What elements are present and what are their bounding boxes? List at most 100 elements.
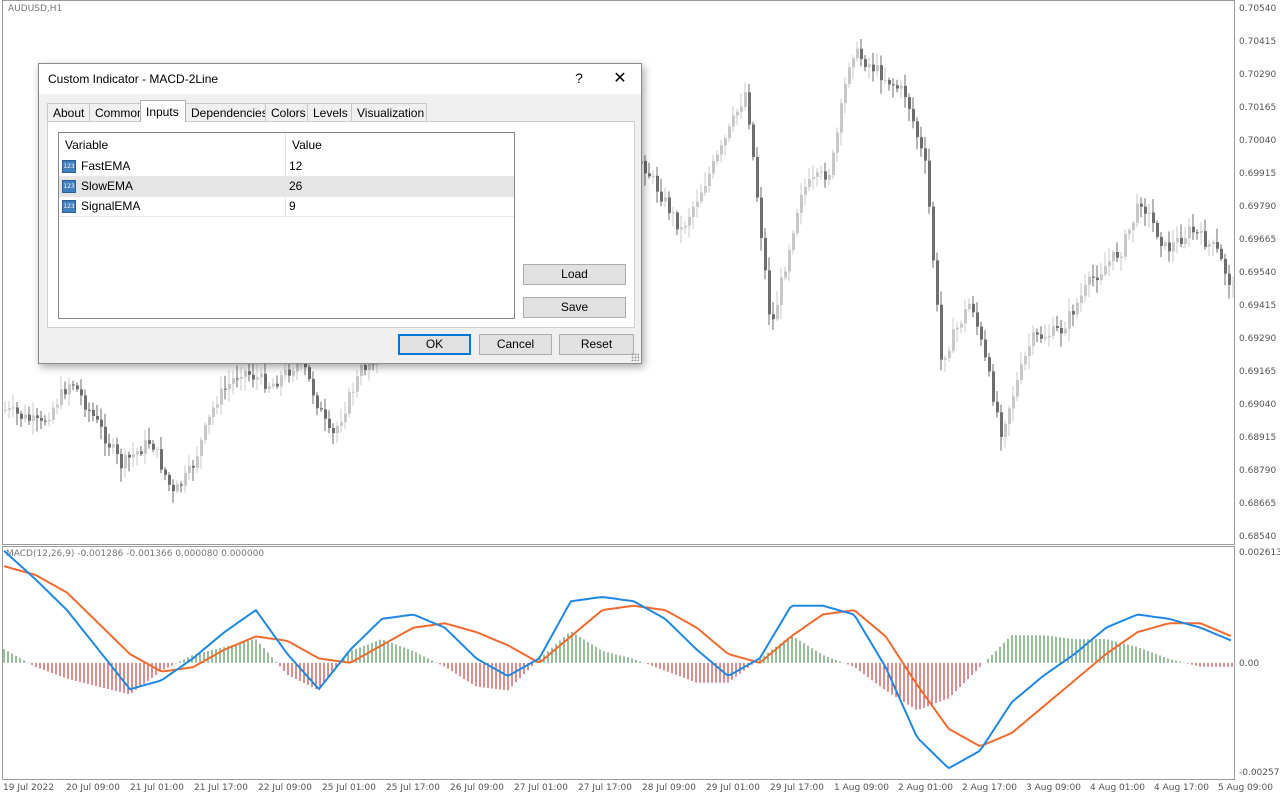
candle-body [1192, 226, 1195, 233]
header-variable[interactable]: Variable [59, 133, 285, 157]
variable-value[interactable]: 9 [289, 197, 296, 216]
table-row[interactable]: 123 SlowEMA 26 [59, 177, 514, 197]
candle-body [696, 201, 699, 207]
123-icon: 123 [62, 200, 76, 213]
ok-button[interactable]: OK [398, 334, 471, 355]
candle-body [864, 59, 867, 68]
candle-body [832, 152, 835, 176]
candle-body [848, 67, 851, 84]
candle-body [984, 339, 987, 358]
candle-body [1012, 396, 1015, 409]
candle-body [1148, 212, 1151, 214]
candle-body [72, 384, 75, 386]
cancel-button[interactable]: Cancel [479, 334, 552, 355]
reset-button[interactable]: Reset [559, 334, 634, 355]
candle-body [836, 132, 839, 153]
price-tick-label: 0.69165 [1239, 367, 1277, 377]
table-row[interactable]: 123 SignalEMA 9 [59, 197, 514, 217]
cell-separator [285, 197, 286, 216]
candle-body [100, 419, 103, 427]
save-button[interactable]: Save [523, 297, 626, 318]
time-tick-label: 29 Jul 17:00 [770, 783, 824, 793]
price-tick-label: 0.69415 [1239, 301, 1277, 311]
candle-body [1020, 364, 1023, 380]
candle-body [156, 449, 159, 451]
dialog-titlebar[interactable]: Custom Indicator - MACD-2Line ? ✕ [39, 64, 641, 94]
candle-body [332, 428, 335, 434]
candle-body [888, 79, 891, 85]
candle-body [216, 404, 219, 408]
candle-body [1060, 327, 1063, 334]
tab-colors[interactable]: Colors [265, 103, 308, 121]
candle-body [808, 179, 811, 187]
signal-line [3, 565, 1232, 747]
candle-body [644, 160, 647, 174]
candle-body [1232, 284, 1235, 286]
time-tick-label: 3 Aug 09:00 [1026, 783, 1081, 793]
tab-about[interactable]: About [47, 103, 90, 121]
candle-body [176, 484, 179, 492]
candle-body [1040, 334, 1043, 339]
candle-body [256, 377, 259, 380]
table-row[interactable]: 123 FastEMA 12 [59, 157, 514, 177]
time-tick-label: 21 Jul 17:00 [194, 783, 248, 793]
tab-dependencies[interactable]: Dependencies [185, 103, 268, 121]
candle-body [148, 440, 151, 444]
candle-body [724, 138, 727, 146]
candle-body [108, 443, 111, 448]
candle-body [352, 391, 355, 393]
candle-body [1156, 222, 1159, 237]
time-tick-label: 27 Jul 17:00 [578, 783, 632, 793]
candle-body [1172, 242, 1175, 252]
close-icon[interactable]: ✕ [609, 68, 631, 90]
candle-body [880, 65, 883, 81]
candle-body [1108, 261, 1111, 267]
macd-tick-label: 0.002613 [1239, 548, 1280, 558]
resize-grip[interactable] [631, 353, 639, 361]
inputs-grid[interactable]: Variable Value 123 FastEMA 12 123 SlowEM… [58, 132, 515, 319]
candle-body [668, 197, 671, 214]
load-button[interactable]: Load [523, 264, 626, 285]
candle-body [228, 383, 231, 390]
price-tick-label: 0.68540 [1239, 532, 1277, 542]
candle-body [772, 314, 775, 320]
header-value[interactable]: Value [286, 133, 514, 157]
candle-body [344, 413, 347, 423]
time-tick-label: 22 Jul 09:00 [258, 783, 312, 793]
candle-body [1180, 237, 1183, 244]
candle-body [1132, 222, 1135, 231]
candle-body [212, 407, 215, 417]
candle-body [168, 474, 171, 485]
candle-body [1144, 206, 1147, 214]
candle-body [1072, 311, 1075, 315]
variable-value[interactable]: 26 [289, 177, 302, 196]
tab-common[interactable]: Common [89, 103, 144, 121]
help-button[interactable]: ? [569, 70, 589, 86]
candle-body [164, 469, 167, 475]
candle-body [756, 156, 759, 198]
candle-body [356, 376, 359, 392]
candle-body [364, 365, 367, 371]
candle-body [1004, 423, 1007, 437]
candle-body [748, 92, 751, 125]
candle-body [708, 173, 711, 187]
candle-body [740, 106, 743, 112]
tab-levels[interactable]: Levels [307, 103, 352, 121]
candle-body [780, 277, 783, 305]
price-tick-label: 0.70040 [1239, 136, 1277, 146]
candle-body [1160, 236, 1163, 247]
candle-body [996, 401, 999, 413]
tab-inputs[interactable]: Inputs [140, 100, 186, 122]
candle-body [1200, 231, 1203, 233]
price-tick-label: 0.68790 [1239, 466, 1277, 476]
variable-value[interactable]: 12 [289, 157, 302, 176]
candle-body [1076, 302, 1079, 315]
candle-body [1152, 212, 1155, 223]
tab-visualization[interactable]: Visualization [351, 103, 427, 121]
candle-body [1120, 256, 1123, 258]
candle-body [40, 418, 43, 421]
candle-body [912, 108, 915, 122]
candle-body [320, 408, 323, 410]
variable-name: FastEMA [81, 159, 131, 173]
candle-body [816, 172, 819, 177]
